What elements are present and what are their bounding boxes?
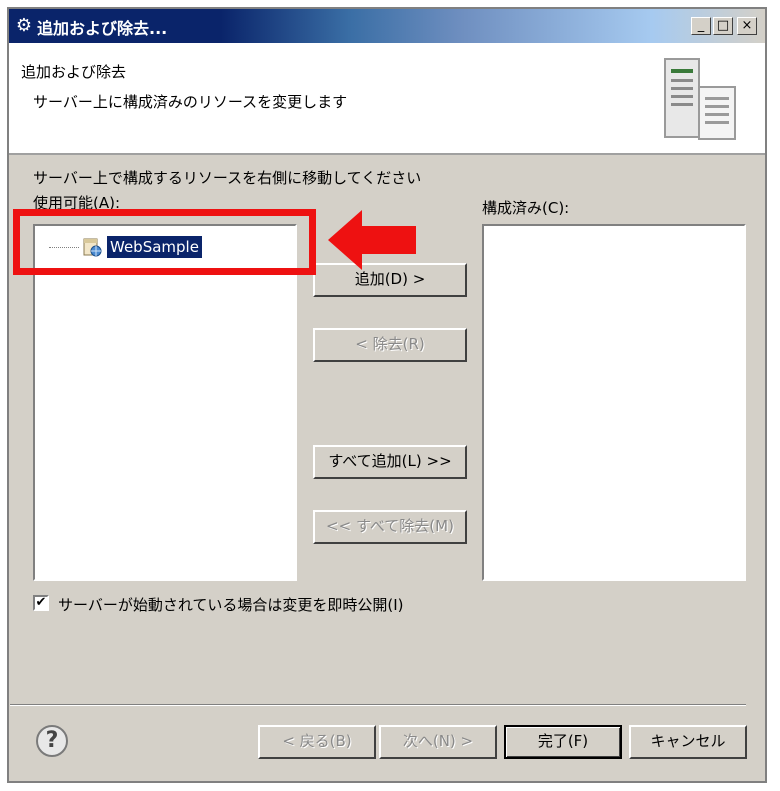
window-title: 追加および除去... bbox=[37, 19, 168, 38]
close-button[interactable]: × bbox=[737, 17, 757, 35]
minimize-button[interactable]: _ bbox=[691, 17, 711, 35]
banner-description: サーバー上に構成済みのリソースを変更します bbox=[33, 93, 348, 111]
next-button[interactable]: 次へ(N) > bbox=[379, 725, 497, 759]
header-banner: 追加および除去 サーバー上に構成済みのリソースを変更します bbox=[9, 43, 765, 155]
publish-checkbox-label: サーバーが始動されている場合は変更を即時公開(I) bbox=[58, 596, 404, 614]
help-icon[interactable]: ? bbox=[36, 725, 68, 757]
finish-button[interactable]: 完了(F) bbox=[504, 725, 622, 759]
configured-label: 構成済み(C): bbox=[482, 199, 570, 217]
annotation-highlight-box bbox=[13, 209, 316, 275]
footer-separator bbox=[10, 704, 746, 706]
available-list[interactable]: WebSample bbox=[33, 224, 297, 581]
publish-checkbox[interactable]: ✔ bbox=[33, 595, 49, 611]
server-icon bbox=[664, 58, 736, 140]
cancel-button[interactable]: キャンセル bbox=[629, 725, 747, 759]
banner-title: 追加および除去 bbox=[21, 63, 127, 81]
remove-button[interactable]: < 除去(R) bbox=[313, 328, 467, 362]
gear-icon: ⚙ bbox=[15, 15, 33, 36]
configured-list[interactable] bbox=[482, 224, 746, 581]
back-button[interactable]: < 戻る(B) bbox=[258, 725, 376, 759]
remove-all-button[interactable]: << すべて除去(M) bbox=[313, 510, 467, 544]
add-all-button[interactable]: すべて追加(L) >> bbox=[313, 445, 467, 479]
maximize-button[interactable]: □ bbox=[713, 17, 733, 35]
instruction-text: サーバー上で構成するリソースを右側に移動してください bbox=[33, 169, 422, 187]
title-bar: ⚙ 追加および除去... _ □ × bbox=[9, 9, 765, 43]
annotation-arrow-icon bbox=[328, 210, 416, 270]
